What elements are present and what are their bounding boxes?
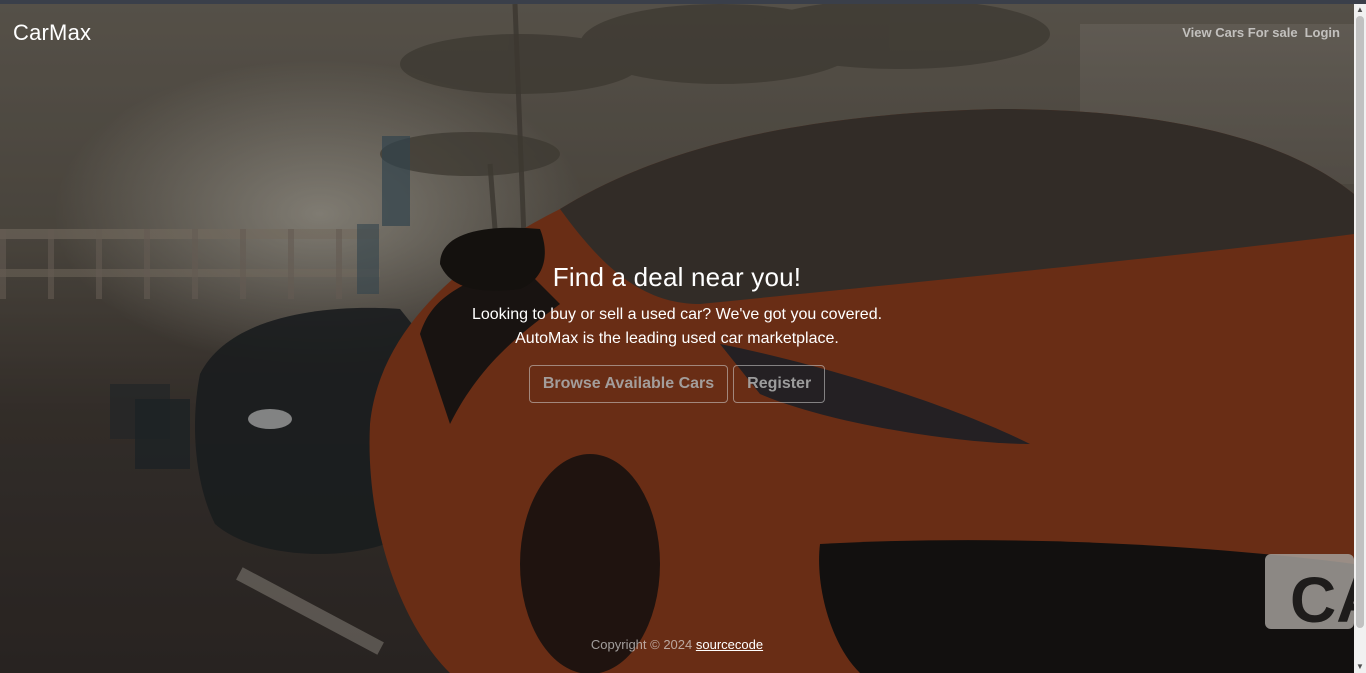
nav-link-login[interactable]: Login	[1305, 25, 1340, 40]
scroll-up-arrow-icon[interactable]: ▲	[1354, 4, 1366, 16]
scroll-down-arrow-icon[interactable]: ▼	[1354, 661, 1366, 673]
hero-section: CA CarMax View Cars For sale Login Find …	[0, 4, 1354, 673]
hero-title: Find a deal near you!	[552, 262, 802, 292]
browse-cars-button[interactable]: Browse Available Cars	[528, 365, 729, 403]
brand-logo[interactable]: CarMax	[13, 20, 91, 46]
vertical-scrollbar[interactable]: ▲ ▼	[1354, 4, 1366, 673]
register-button[interactable]: Register	[733, 365, 826, 403]
hero-buttons: Browse Available Cars Register	[0, 365, 1354, 403]
hero-description: Looking to buy or sell a used car? We've…	[0, 303, 1354, 351]
scrollbar-thumb[interactable]	[1356, 16, 1364, 628]
footer: Copyright © 2024 sourcecode	[0, 637, 1354, 652]
hero-description-line-1: Looking to buy or sell a used car? We've…	[471, 306, 883, 323]
top-navigation: View Cars For sale Login	[1182, 25, 1340, 40]
hero-content: Find a deal near you! Looking to buy or …	[0, 262, 1354, 403]
copyright-text: Copyright © 2024	[590, 637, 693, 652]
sourcecode-link[interactable]: sourcecode	[696, 637, 763, 652]
hero-description-line-2: AutoMax is the leading used car marketpl…	[515, 330, 839, 347]
nav-link-view-cars[interactable]: View Cars For sale	[1182, 25, 1297, 40]
